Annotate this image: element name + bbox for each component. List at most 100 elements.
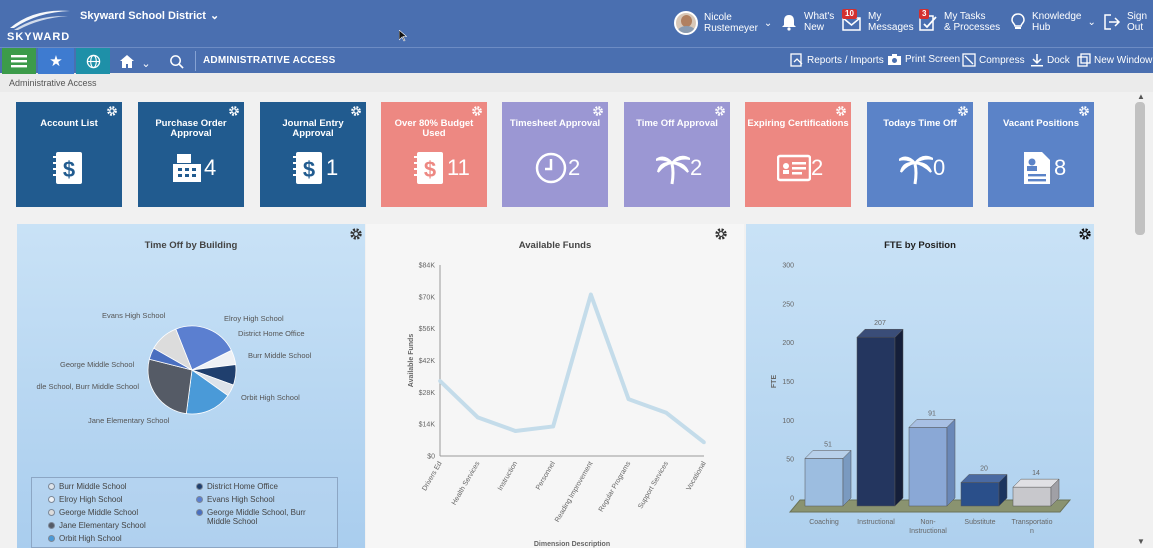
chevron-down-icon: ⌄ xyxy=(1087,16,1096,28)
legend-swatch xyxy=(48,509,55,516)
district-selector[interactable]: Skyward School District ⌄ xyxy=(80,9,220,23)
data-point[interactable] xyxy=(551,424,555,429)
tile-label: Account List xyxy=(40,118,98,129)
knowledge-hub-button[interactable]: Knowledge Hub ⌄ xyxy=(1010,11,1096,33)
scroll-down-icon[interactable]: ▼ xyxy=(1137,537,1145,546)
legend-swatch xyxy=(196,483,203,490)
legend-item[interactable]: Elroy High School xyxy=(48,495,123,504)
my-tasks-button[interactable]: 3 My Tasks & Processes xyxy=(918,9,1000,33)
y-tick-label: 300 xyxy=(782,263,794,270)
gear-icon[interactable] xyxy=(714,105,726,117)
x-tick-label: Instructional xyxy=(909,528,947,535)
data-point[interactable] xyxy=(626,397,631,401)
gear-icon[interactable] xyxy=(471,105,483,117)
gear-icon[interactable] xyxy=(228,105,240,117)
gear-icon[interactable] xyxy=(349,227,363,241)
favorites-button[interactable]: ★ xyxy=(38,48,74,74)
data-point[interactable] xyxy=(664,410,669,415)
legend-item[interactable]: Burr Middle School xyxy=(48,482,127,491)
user-name: Nicole Rustemeyer xyxy=(704,12,758,34)
globe-button[interactable] xyxy=(76,48,110,74)
tile-time-off-approval[interactable]: Time Off Approval 2 xyxy=(624,102,730,207)
user-menu[interactable]: Nicole Rustemeyer ⌄ xyxy=(674,11,772,35)
tile-purchase-order-approval[interactable]: Purchase Order Approval 4 xyxy=(138,102,244,207)
gear-icon[interactable] xyxy=(592,105,604,117)
data-label: 20 xyxy=(980,465,988,472)
legend-item[interactable]: Jane Elementary School xyxy=(48,521,146,530)
bar[interactable] xyxy=(960,473,1008,507)
reports-imports-button[interactable]: Reports / Imports xyxy=(790,53,884,67)
legend-item[interactable]: Evans High School xyxy=(196,495,275,504)
mouse-cursor-icon xyxy=(399,30,407,42)
print-screen-label: Print Screen xyxy=(905,54,961,65)
chevron-down-icon: ⌄ xyxy=(209,10,220,22)
whats-new-button[interactable]: What's New xyxy=(780,11,834,33)
bar[interactable] xyxy=(856,328,904,507)
tile-label: Todays Time Off xyxy=(883,118,957,129)
tile-label: Timesheet Approval xyxy=(509,118,601,129)
my-messages-button[interactable]: 10 My Messages xyxy=(842,9,914,33)
y-tick-label: 150 xyxy=(782,379,794,386)
bar[interactable] xyxy=(804,449,852,507)
search-button[interactable] xyxy=(160,48,192,74)
legend-item[interactable]: Orbit High School xyxy=(48,534,122,543)
tile-over-80-budget-used[interactable]: Over 80% Budget Used $11 xyxy=(381,102,487,207)
legend-label: Elroy High School xyxy=(59,495,123,504)
data-point[interactable] xyxy=(702,440,706,445)
legend-item[interactable]: George Middle School xyxy=(48,508,138,517)
tile-expiring-certifications[interactable]: Expiring Certifications 2 xyxy=(745,102,851,207)
new-window-button[interactable]: New Window xyxy=(1077,53,1152,67)
logo-text: SKYWARD xyxy=(7,31,70,42)
data-point[interactable] xyxy=(589,292,593,297)
tile-vacant-positions[interactable]: Vacant Positions 8 xyxy=(988,102,1094,207)
gear-icon[interactable] xyxy=(957,105,969,117)
dock-button[interactable]: Dock xyxy=(1030,53,1070,67)
pie-label: Orbit High School xyxy=(241,393,300,402)
pie-label: Elroy High School xyxy=(224,314,284,323)
breadcrumb: Administrative Access xyxy=(9,78,97,88)
pie-label: George Middle School xyxy=(60,360,135,369)
tile-timesheet-approval[interactable]: Timesheet Approval 2 xyxy=(502,102,608,207)
legend-label: Jane Elementary School xyxy=(59,521,146,530)
legend-item[interactable]: District Home Office xyxy=(196,482,278,491)
legend-item[interactable]: George Middle School, Burr Middle School xyxy=(196,508,331,526)
tile-todays-time-off[interactable]: Todays Time Off 0 xyxy=(867,102,973,207)
x-tick-label: Vocational xyxy=(686,460,708,492)
data-label: 91 xyxy=(928,410,936,417)
gear-icon[interactable] xyxy=(835,105,847,117)
gear-icon[interactable] xyxy=(1078,105,1090,117)
bar[interactable] xyxy=(908,418,956,507)
tile-account-list[interactable]: Account List $ xyxy=(16,102,122,207)
x-tick-label: Health Services xyxy=(451,460,482,506)
compress-button[interactable]: Compress xyxy=(962,53,1025,67)
y-axis-label: FTE xyxy=(771,375,778,389)
legend-swatch xyxy=(196,496,203,503)
data-point[interactable] xyxy=(475,415,480,420)
globe-icon xyxy=(86,54,100,68)
tasks-count-badge: 3 xyxy=(919,9,930,19)
sign-out-button[interactable]: Sign Out xyxy=(1103,11,1147,33)
skyward-logo[interactable]: SKYWARD xyxy=(4,6,74,42)
gear-icon[interactable] xyxy=(350,105,362,117)
menu-button[interactable] xyxy=(2,48,36,74)
tile-journal-entry-approval[interactable]: Journal Entry Approval $1 xyxy=(260,102,366,207)
ledger-dollar-icon: $ xyxy=(414,152,443,184)
data-point[interactable] xyxy=(438,379,442,383)
y-tick-label: $28K xyxy=(419,390,436,397)
funds-series-line[interactable] xyxy=(438,292,706,444)
scroll-up-icon[interactable]: ▲ xyxy=(1137,92,1145,101)
gear-icon[interactable] xyxy=(106,105,118,117)
tile-count: 0 xyxy=(933,155,946,180)
svg-text:$: $ xyxy=(303,157,315,182)
cash-register-icon xyxy=(173,154,201,182)
bar[interactable] xyxy=(1012,478,1060,507)
scroll-thumb[interactable] xyxy=(1135,102,1145,235)
home-button[interactable]: ⌄ xyxy=(113,48,157,74)
legend-label: George Middle School, Burr Middle School xyxy=(207,508,306,526)
knowledge-hub-label: Knowledge Hub xyxy=(1032,11,1082,33)
tile-count: 2 xyxy=(690,155,703,180)
data-point[interactable] xyxy=(513,429,518,433)
print-screen-button[interactable]: Print Screen xyxy=(887,53,960,66)
ledger-dollar-icon: $ xyxy=(53,152,82,184)
clock-icon xyxy=(535,152,567,184)
